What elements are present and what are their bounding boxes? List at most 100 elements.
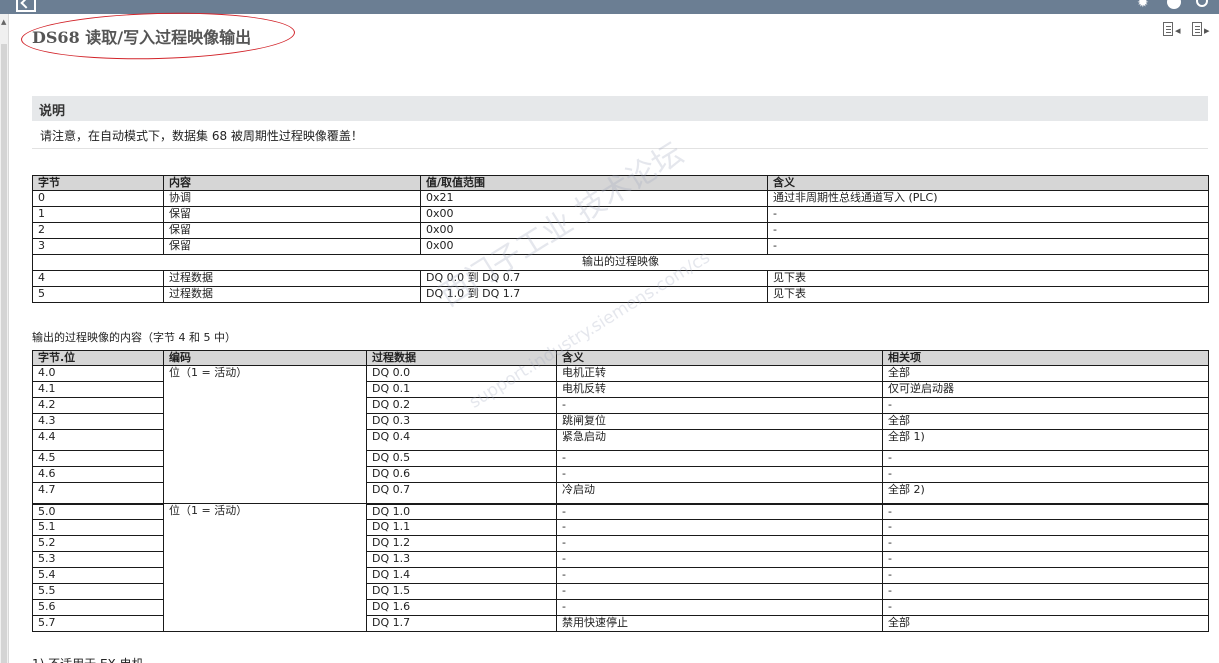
table-cell: 5.1 bbox=[32, 519, 164, 536]
table-cell: 仅可逆启动器 bbox=[882, 381, 1209, 398]
table-cell: - bbox=[556, 551, 883, 568]
table-cell: 4.1 bbox=[32, 381, 164, 398]
table-cell: - bbox=[882, 567, 1209, 584]
table-caption: 输出的过程映像的内容（字节 4 和 5 中） bbox=[32, 331, 236, 344]
bit-table: 字节.位 编码 过程数据 含义 相关项 4.0 位（1 = 活动） DQ 0.0 电机… bbox=[32, 350, 1209, 632]
table-row: 2 保留 0x00- bbox=[32, 222, 1209, 239]
table-cell: DQ 0.7 bbox=[366, 482, 557, 505]
table-cell: DQ 1.4 bbox=[366, 567, 557, 584]
table-cell: - bbox=[882, 397, 1209, 414]
table-cell: - bbox=[882, 535, 1209, 552]
table-cell: DQ 1.3 bbox=[366, 551, 557, 568]
table-cell: - bbox=[882, 599, 1209, 616]
table-cell: 协调 bbox=[163, 190, 421, 207]
table-cell: - bbox=[556, 599, 883, 616]
table-cell: DQ 0.1 bbox=[366, 381, 557, 398]
table-cell: DQ 1.0 到 DQ 1.7 bbox=[420, 286, 768, 303]
next-page-icon bbox=[1192, 22, 1202, 36]
section-heading: 说明 bbox=[32, 96, 1208, 121]
dataset-table: 字节 内容 值/取值范围 含义 0 协调 0x21 通过非周期性总线通道写入 (PLC… bbox=[32, 175, 1209, 303]
table-cell: - bbox=[556, 535, 883, 552]
table-cell: 4.3 bbox=[32, 413, 164, 430]
table-cell: - bbox=[882, 551, 1209, 568]
table-header-row: 字节 内容 值/取值范围 含义 bbox=[32, 175, 1209, 191]
table-cell: 0x00 bbox=[420, 238, 768, 255]
table-cell: 见下表 bbox=[767, 270, 1209, 287]
gear-icon[interactable]: ✹ bbox=[1137, 0, 1149, 10]
table-cell: - bbox=[556, 450, 883, 467]
prev-page-button[interactable]: ◂ bbox=[1163, 22, 1185, 38]
column-header: 值/取值范围 bbox=[420, 175, 768, 191]
table-cell: 见下表 bbox=[767, 286, 1209, 303]
table-cell: 保留 bbox=[163, 222, 421, 239]
scrollbar-thumb[interactable] bbox=[1, 44, 7, 663]
table-cell: 5.2 bbox=[32, 535, 164, 552]
table-cell: DQ 1.2 bbox=[366, 535, 557, 552]
next-page-button[interactable]: ▸ bbox=[1192, 22, 1214, 38]
table-cell: 4.2 bbox=[32, 397, 164, 414]
table-cell: 5.0 bbox=[32, 503, 164, 520]
table-cell: 电机反转 bbox=[556, 381, 883, 398]
table-cell: - bbox=[556, 519, 883, 536]
table-header-row: 字节.位 编码 过程数据 含义 相关项 bbox=[32, 350, 1209, 366]
table-cell: 4.4 bbox=[32, 429, 164, 451]
table-cell: 通过非周期性总线通道写入 (PLC) bbox=[767, 190, 1209, 207]
column-header: 含义 bbox=[556, 350, 883, 366]
table-cell: - bbox=[767, 222, 1209, 239]
table-cell: 全部 bbox=[882, 365, 1209, 382]
table-cell: - bbox=[882, 583, 1209, 600]
table-cell: - bbox=[767, 238, 1209, 255]
help-icon[interactable] bbox=[1167, 0, 1181, 9]
table-cell: 2 bbox=[32, 222, 164, 239]
table-cell: 全部 bbox=[882, 413, 1209, 430]
divider bbox=[32, 148, 1208, 149]
table-cell: 5.3 bbox=[32, 551, 164, 568]
table-cell: DQ 1.5 bbox=[366, 583, 557, 600]
back-icon[interactable] bbox=[16, 0, 36, 12]
encoding-cell: 位（1 = 活动） bbox=[163, 365, 367, 504]
table-cell: 5.7 bbox=[32, 615, 164, 632]
table-cell: - bbox=[556, 466, 883, 483]
table-row: 输出的过程映像 bbox=[32, 254, 1209, 271]
table-cell: DQ 0.0 bbox=[366, 365, 557, 382]
table-cell: DQ 1.6 bbox=[366, 599, 557, 616]
column-header: 内容 bbox=[163, 175, 421, 191]
table-cell: 冷启动 bbox=[556, 482, 883, 505]
column-header: 编码 bbox=[163, 350, 367, 366]
search-icon[interactable] bbox=[1196, 0, 1208, 7]
table-cell: 0x00 bbox=[420, 222, 768, 239]
column-header: 含义 bbox=[767, 175, 1209, 191]
table-cell: DQ 1.0 bbox=[366, 503, 557, 520]
table-cell: 过程数据 bbox=[163, 286, 421, 303]
table-cell: 保留 bbox=[163, 206, 421, 223]
table-cell: 全部 2) bbox=[882, 482, 1209, 505]
table-cell: DQ 0.0 到 DQ 0.7 bbox=[420, 270, 768, 287]
scroll-up-icon[interactable]: ▲ bbox=[1, 18, 6, 26]
table-cell: 0 bbox=[32, 190, 164, 207]
encoding-cell: 位（1 = 活动） bbox=[163, 503, 367, 632]
column-header: 相关项 bbox=[882, 350, 1209, 366]
table-cell: - bbox=[556, 397, 883, 414]
table-cell: - bbox=[556, 583, 883, 600]
column-header: 字节.位 bbox=[32, 350, 164, 366]
table-row: 5 过程数据 DQ 1.0 到 DQ 1.7 见下表 bbox=[32, 286, 1209, 303]
table-cell: DQ 0.6 bbox=[366, 466, 557, 483]
table-cell: - bbox=[882, 503, 1209, 520]
table-cell: DQ 1.1 bbox=[366, 519, 557, 536]
table-cell: 5 bbox=[32, 286, 164, 303]
table-cell: 紧急启动 bbox=[556, 429, 883, 451]
span-label: 输出的过程映像 bbox=[32, 254, 1209, 271]
table-cell: 4.0 bbox=[32, 365, 164, 382]
column-header: 过程数据 bbox=[366, 350, 557, 366]
table-cell: 电机正转 bbox=[556, 365, 883, 382]
table-cell: 全部 1) bbox=[882, 429, 1209, 451]
table-cell: - bbox=[882, 450, 1209, 467]
table-row: 3 保留 0x00- bbox=[32, 238, 1209, 255]
table-cell: - bbox=[882, 466, 1209, 483]
table-cell: DQ 1.7 bbox=[366, 615, 557, 632]
table-cell: - bbox=[882, 519, 1209, 536]
table-cell: 5.6 bbox=[32, 599, 164, 616]
table-cell: 禁用快速停止 bbox=[556, 615, 883, 632]
table-cell: DQ 0.2 bbox=[366, 397, 557, 414]
vertical-scrollbar[interactable]: ▲ bbox=[0, 14, 9, 663]
